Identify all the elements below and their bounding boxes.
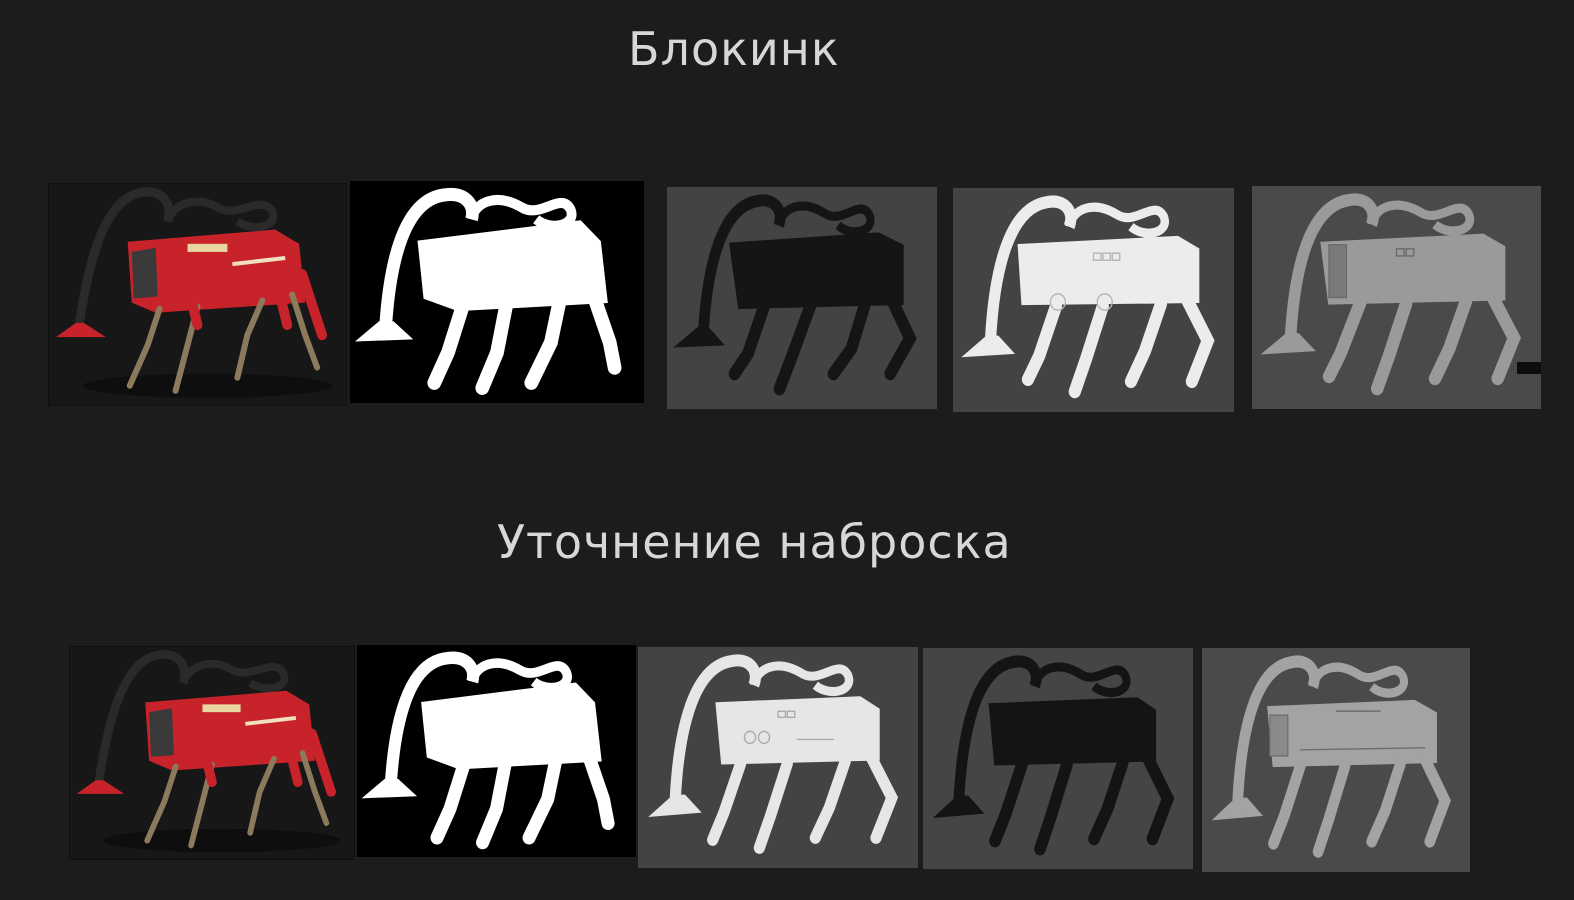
blocking-grey-clay [1252, 186, 1541, 409]
robot-dark-silhouette [932, 655, 1175, 856]
robot-color-image [76, 650, 341, 853]
robot-light-clay [961, 195, 1215, 399]
robot-light-clay [648, 654, 899, 854]
blocking-silhouette-mask [350, 181, 644, 403]
blocking-light-clay [953, 188, 1234, 412]
robot-grey-clay [1260, 193, 1521, 396]
blocking-dark-silhouette [667, 187, 937, 409]
robot-dark-silhouette [673, 194, 917, 396]
robot-silhouette [361, 651, 615, 850]
robot-silhouette [354, 187, 622, 395]
blocking-beauty-render [48, 183, 347, 406]
render-tag [1517, 362, 1541, 374]
refinement-dark-silhouette [923, 648, 1193, 869]
refinement-silhouette-mask [357, 645, 636, 857]
robot-grey-clay [1211, 655, 1451, 858]
robot-color-image [55, 187, 333, 398]
section-title-sketch-refinement: Уточнение наброска [497, 515, 1012, 569]
section-title-blocking: Блокинк [628, 22, 840, 76]
refinement-beauty-render [69, 646, 355, 860]
refinement-grey-clay [1202, 648, 1470, 872]
refinement-light-clay [638, 647, 918, 868]
